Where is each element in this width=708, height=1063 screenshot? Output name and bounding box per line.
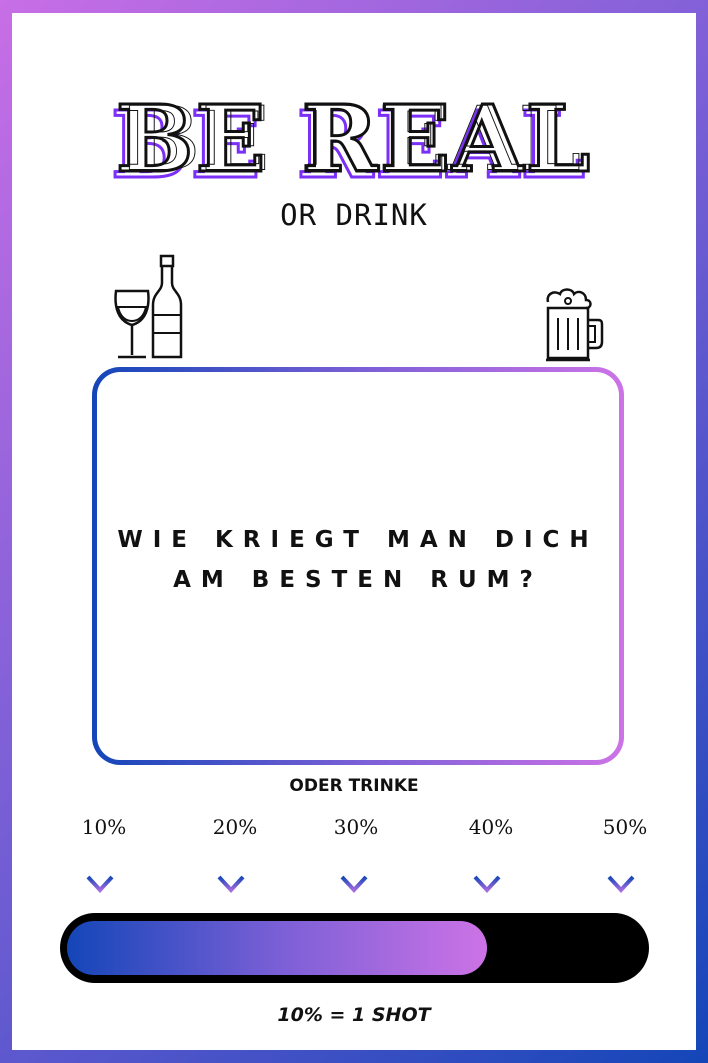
question-text: WIE KRIEGT MAN DICH AM BESTEN RUM? — [97, 520, 619, 600]
level-label-50: 50% — [602, 815, 648, 839]
level-label-30: 30% — [333, 815, 379, 839]
question-card-inner: WIE KRIEGT MAN DICH AM BESTEN RUM? — [97, 372, 619, 760]
title-inline: BE REAL — [125, 87, 583, 192]
level-label-10: 10% — [81, 815, 127, 839]
drink-progress-fill — [67, 921, 487, 975]
title-block: BE REAL BE REAL BE REAL — [0, 84, 708, 201]
arrow-down-icon — [340, 852, 368, 893]
shot-rule: 10% = 1 SHOT — [277, 1004, 431, 1026]
wine-bottle-icon — [151, 254, 183, 359]
drink-scale-label: ODER TRINKE — [289, 776, 419, 796]
arrow-down-icon — [607, 852, 635, 893]
arrow-down-icon — [217, 852, 245, 893]
drink-progress-bar — [60, 913, 649, 983]
page-subtitle: OR DRINK — [280, 198, 428, 232]
question-card: WIE KRIEGT MAN DICH AM BESTEN RUM? — [92, 367, 624, 765]
arrow-down-icon — [86, 852, 114, 893]
arrow-down-icon — [473, 852, 501, 893]
question-line-1: WIE KRIEGT MAN DICH — [117, 527, 599, 553]
level-label-40: 40% — [468, 815, 514, 839]
beer-mug-icon — [546, 288, 604, 362]
level-label-20: 20% — [212, 815, 258, 839]
question-line-2: AM BESTEN RUM? — [173, 567, 543, 593]
wine-glass-icon — [114, 289, 150, 359]
